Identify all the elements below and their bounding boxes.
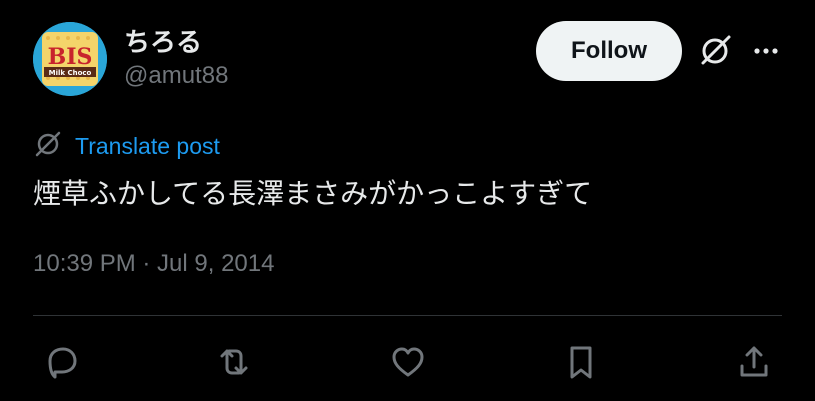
- author-display-name[interactable]: ちろる: [124, 22, 202, 59]
- avatar[interactable]: BIS Milk Choco: [33, 22, 107, 96]
- more-icon[interactable]: [749, 39, 783, 63]
- translate-label[interactable]: Translate post: [75, 133, 220, 160]
- like-icon[interactable]: [388, 342, 428, 382]
- grok-icon[interactable]: [697, 33, 733, 69]
- share-icon[interactable]: [734, 342, 774, 382]
- divider: [33, 315, 782, 316]
- bookmark-icon[interactable]: [561, 342, 601, 382]
- avatar-logo-text: BIS: [48, 44, 93, 70]
- follow-button[interactable]: Follow: [536, 21, 682, 81]
- repost-icon[interactable]: [214, 342, 254, 382]
- post-text: 煙草ふかしてる長澤まさみがかっこよすぎて: [33, 177, 593, 210]
- post-timestamp[interactable]: 10:39 PM · Jul 9, 2014: [33, 250, 274, 278]
- translate-post-link[interactable]: Translate post: [33, 129, 220, 164]
- reply-icon[interactable]: [42, 342, 82, 382]
- author-handle[interactable]: @amut88: [124, 62, 228, 90]
- avatar-sub-text: Milk Choco: [49, 69, 92, 77]
- globe-slash-icon: [33, 129, 63, 164]
